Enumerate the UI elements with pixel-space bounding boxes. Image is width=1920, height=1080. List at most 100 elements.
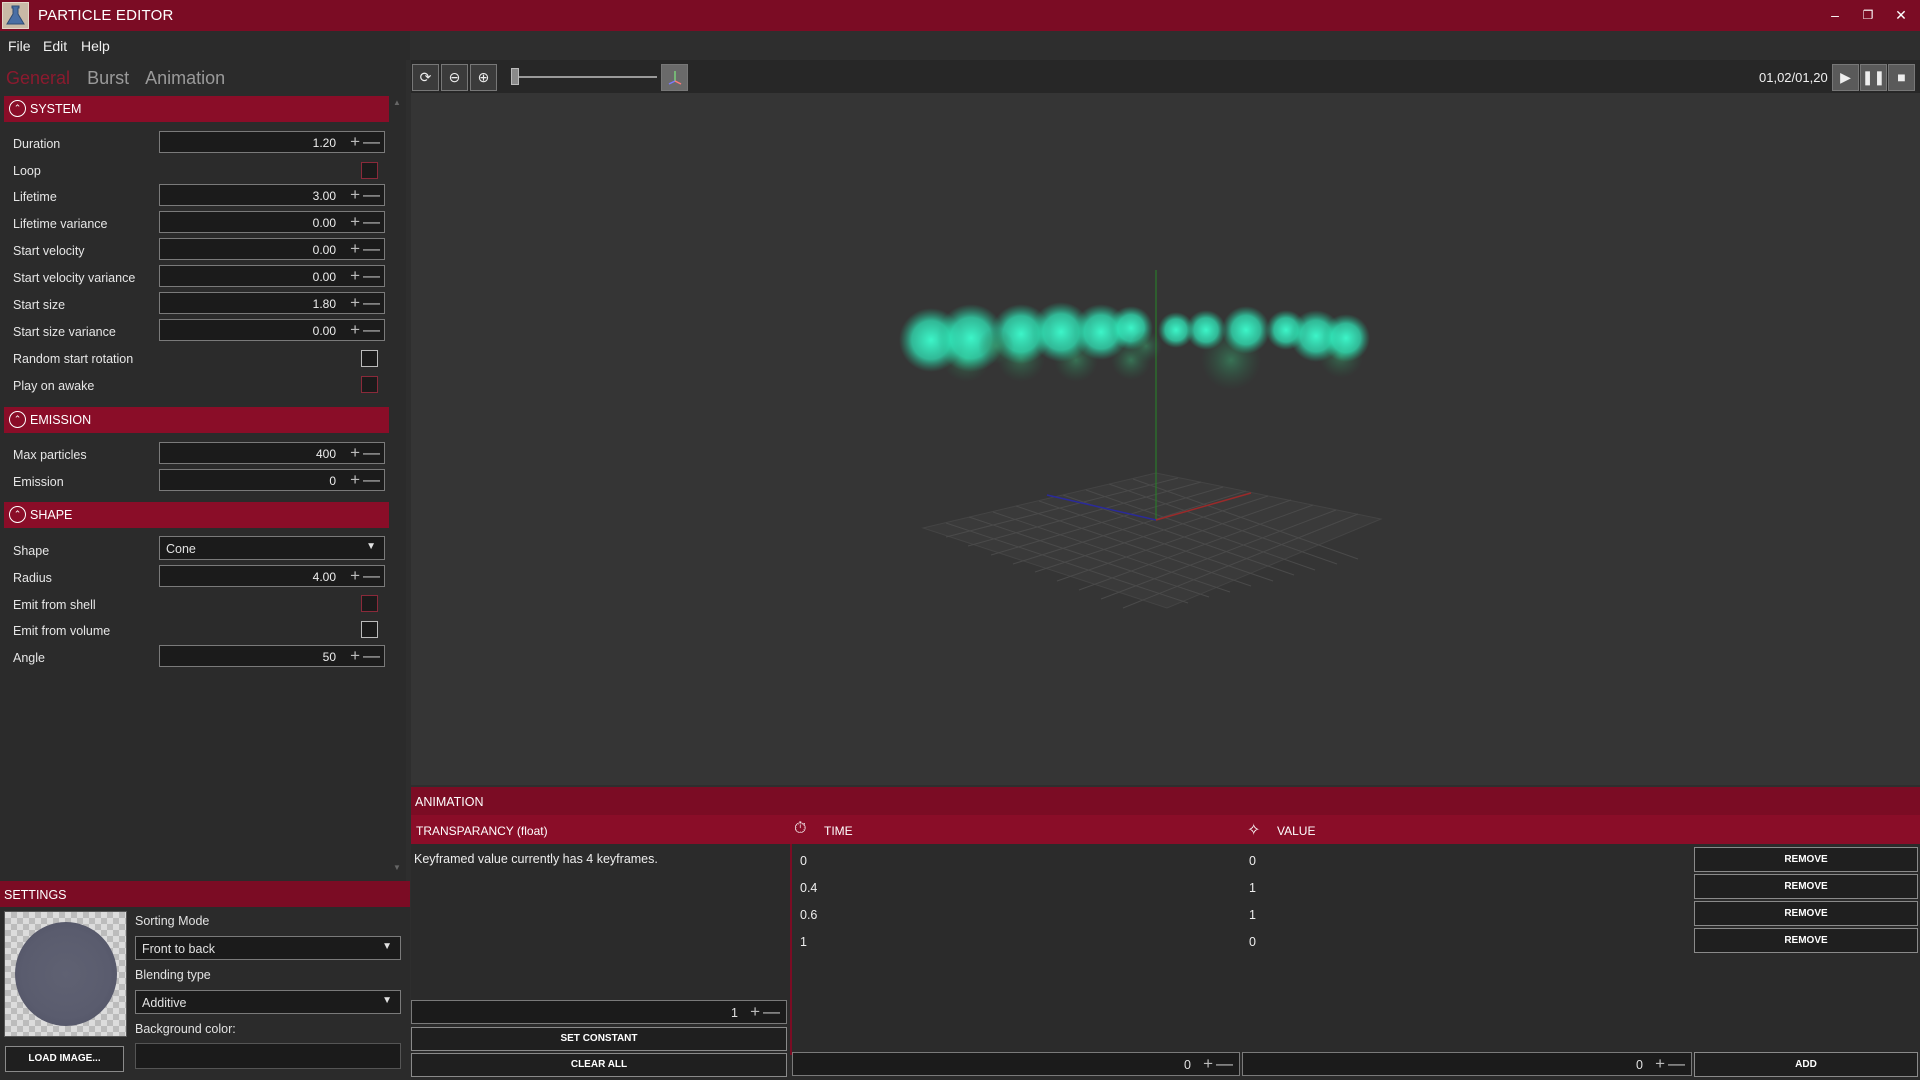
start-velocity-variance-field[interactable]: 0.00 + — <box>159 265 385 287</box>
remove-keyframe-button[interactable]: REMOVE <box>1694 928 1918 953</box>
scroll-down-icon[interactable]: ▼ <box>393 863 401 872</box>
collapse-icon[interactable]: ⌃ <box>9 411 26 428</box>
settings-header: SETTINGS <box>0 881 410 907</box>
decrement-icon[interactable]: — <box>763 1002 780 1022</box>
increment-icon[interactable]: + <box>350 470 360 490</box>
increment-icon[interactable]: + <box>1203 1054 1213 1074</box>
reset-view-icon[interactable]: ⟳ <box>412 64 439 91</box>
scroll-up-icon[interactable]: ▲ <box>393 98 401 107</box>
menu-help[interactable]: Help <box>81 38 110 54</box>
new-keyframe-value-stepper[interactable]: 0 + — <box>1242 1052 1692 1076</box>
tab-animation[interactable]: Animation <box>145 68 225 88</box>
increment-icon[interactable]: + <box>350 646 360 666</box>
max-particles-field[interactable]: 400 + — <box>159 442 385 464</box>
chevron-down-icon: ▼ <box>366 541 376 552</box>
emission-field[interactable]: 0 + — <box>159 469 385 491</box>
system-section-header[interactable]: ⌃ SYSTEM <box>4 96 389 122</box>
collapse-icon[interactable]: ⌃ <box>9 100 26 117</box>
angle-field[interactable]: 50 + — <box>159 645 385 667</box>
decrement-icon[interactable]: — <box>363 320 380 340</box>
start-size-field[interactable]: 1.80 + — <box>159 292 385 314</box>
decrement-icon[interactable]: — <box>363 470 380 490</box>
decrement-icon[interactable]: — <box>363 293 380 313</box>
constant-value-stepper[interactable]: 1 + — <box>411 1000 787 1024</box>
keyframe-value[interactable]: 0 <box>1249 935 1256 949</box>
collapse-icon[interactable]: ⌃ <box>9 506 26 523</box>
decrement-icon[interactable]: — <box>363 646 380 666</box>
increment-icon[interactable]: + <box>350 320 360 340</box>
lifetime-variance-field[interactable]: 0.00 + — <box>159 211 385 233</box>
restore-icon[interactable]: ❐ <box>1855 4 1881 26</box>
decrement-icon[interactable]: — <box>1668 1054 1685 1074</box>
emit-from-volume-checkbox[interactable] <box>361 621 378 638</box>
shape-dropdown[interactable]: Cone ▼ <box>159 536 385 560</box>
clear-all-button[interactable]: CLEAR ALL <box>411 1053 787 1077</box>
minimize-icon[interactable]: – <box>1822 4 1848 26</box>
keyframe-value[interactable]: 0 <box>1249 854 1256 868</box>
decrement-icon[interactable]: — <box>363 566 380 586</box>
sorting-mode-dropdown[interactable]: Front to back ▼ <box>135 936 401 960</box>
decrement-icon[interactable]: — <box>363 443 380 463</box>
keyframe-value[interactable]: 1 <box>1249 908 1256 922</box>
close-icon[interactable]: ✕ <box>1888 4 1914 26</box>
decrement-icon[interactable]: — <box>363 185 380 205</box>
loop-label: Loop <box>13 164 41 178</box>
decrement-icon[interactable]: — <box>363 132 380 152</box>
3d-viewport[interactable] <box>411 60 1920 785</box>
background-color-swatch[interactable] <box>135 1043 401 1069</box>
keyframe-time[interactable]: 0 <box>800 854 807 868</box>
keyframe-value[interactable]: 1 <box>1249 881 1256 895</box>
emission-section-header[interactable]: ⌃ EMISSION <box>4 407 389 433</box>
decrement-icon[interactable]: — <box>363 239 380 259</box>
load-image-button[interactable]: LOAD IMAGE... <box>5 1046 124 1072</box>
add-keyframe-button[interactable]: ADD <box>1694 1052 1918 1077</box>
increment-icon[interactable]: + <box>350 185 360 205</box>
set-constant-button[interactable]: SET CONSTANT <box>411 1027 787 1051</box>
increment-icon[interactable]: + <box>350 266 360 286</box>
field-value: 1.20 <box>312 136 336 150</box>
decrement-icon[interactable]: — <box>1216 1054 1233 1074</box>
radius-field[interactable]: 4.00 + — <box>159 565 385 587</box>
duration-field[interactable]: 1.20 + — <box>159 131 385 153</box>
zoom-out-icon[interactable]: ⊖ <box>441 64 468 91</box>
menu-edit[interactable]: Edit <box>43 38 67 54</box>
remove-keyframe-button[interactable]: REMOVE <box>1694 901 1918 926</box>
shape-section-header[interactable]: ⌃ SHAPE <box>4 502 389 528</box>
menu-file[interactable]: File <box>8 38 31 54</box>
increment-icon[interactable]: + <box>350 132 360 152</box>
increment-icon[interactable]: + <box>350 212 360 232</box>
keyframe-time[interactable]: 0.4 <box>800 881 817 895</box>
random-start-rotation-checkbox[interactable] <box>361 350 378 367</box>
increment-icon[interactable]: + <box>1655 1054 1665 1074</box>
remove-keyframe-button[interactable]: REMOVE <box>1694 847 1918 872</box>
increment-icon[interactable]: + <box>750 1002 760 1022</box>
loop-checkbox[interactable] <box>361 162 378 179</box>
remove-keyframe-button[interactable]: REMOVE <box>1694 874 1918 899</box>
new-keyframe-time-stepper[interactable]: 0 + — <box>792 1052 1240 1076</box>
tab-general[interactable]: General <box>6 68 70 88</box>
properties-scrollbar[interactable]: ▲ ▼ <box>391 95 403 875</box>
keyframe-time[interactable]: 1 <box>800 935 807 949</box>
lifetime-field[interactable]: 3.00 + — <box>159 184 385 206</box>
tab-burst[interactable]: Burst <box>87 68 129 88</box>
decrement-icon[interactable]: — <box>363 212 380 232</box>
increment-icon[interactable]: + <box>350 293 360 313</box>
blending-type-dropdown[interactable]: Additive ▼ <box>135 990 401 1014</box>
stop-icon[interactable]: ■ <box>1888 64 1915 91</box>
zoom-slider-thumb[interactable] <box>510 68 519 85</box>
decrement-icon[interactable]: — <box>363 266 380 286</box>
zoom-slider-track[interactable] <box>512 76 657 78</box>
keyframe-time[interactable]: 0.6 <box>800 908 817 922</box>
pause-icon[interactable]: ❚❚ <box>1860 64 1887 91</box>
increment-icon[interactable]: + <box>350 443 360 463</box>
zoom-in-icon[interactable]: ⊕ <box>470 64 497 91</box>
start-velocity-field[interactable]: 0.00 + — <box>159 238 385 260</box>
scene-canvas <box>899 270 1383 609</box>
play-icon[interactable]: ▶ <box>1832 64 1859 91</box>
start-size-variance-field[interactable]: 0.00 + — <box>159 319 385 341</box>
axes-icon[interactable] <box>661 64 688 91</box>
emit-from-shell-checkbox[interactable] <box>361 595 378 612</box>
increment-icon[interactable]: + <box>350 566 360 586</box>
increment-icon[interactable]: + <box>350 239 360 259</box>
play-on-awake-checkbox[interactable] <box>361 376 378 393</box>
